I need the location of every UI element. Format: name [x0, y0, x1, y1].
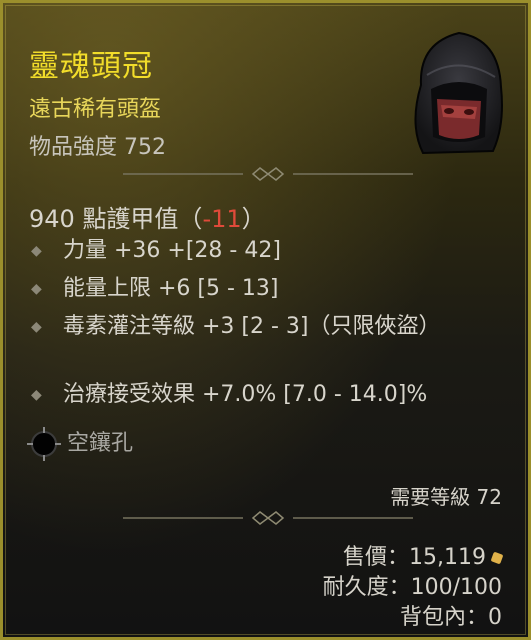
item-rarity: 遠古稀有頭盔	[29, 97, 162, 122]
item-name: 靈魂頭冠	[29, 49, 153, 84]
affix-bullet-icon: ◆	[31, 243, 42, 259]
affix-bullet-icon: ◆	[31, 387, 42, 403]
affix-text: 治療接受效果 +7.0% [7.0 - 14.0]%	[63, 382, 428, 407]
affix-text: 力量 +36 +[28 - 42]	[63, 238, 281, 263]
sell-price: 售價：15,119	[343, 539, 504, 571]
affix-row: ◆ 力量 +36 +[28 - 42]	[31, 235, 503, 267]
durability: 耐久度：100/100	[322, 575, 502, 600]
armor-delta: -11	[202, 205, 242, 233]
affix-row: ◆ 能量上限 +6 [5 - 13]	[31, 273, 503, 305]
inventory-count: 背包內：0	[400, 605, 502, 630]
armor-suffix: ）	[241, 205, 266, 233]
affix-bullet-icon: ◆	[31, 319, 42, 335]
socket-icon	[27, 427, 61, 461]
affix-text: 能量上限 +6 [5 - 13]	[63, 276, 279, 301]
affix-row: ◆ 毒素灌注等級 +3 [2 - 3]（只限俠盜）	[31, 311, 503, 343]
affix-row: ◆ 治療接受效果 +7.0% [7.0 - 14.0]%	[31, 379, 503, 411]
divider-ornament-icon	[123, 167, 413, 181]
sell-price-text: 售價：15,119	[343, 545, 486, 570]
socket-label: 空鑲孔	[67, 431, 134, 456]
armor-prefix: 940 點護甲值（	[29, 205, 203, 233]
item-tooltip: 靈魂頭冠 遠古稀有頭盔 物品強度 752 940 點護甲值（-11） ◆ 力量 +…	[0, 0, 531, 640]
armor-value: 940 點護甲值（-11）	[29, 199, 266, 234]
affix-bullet-icon: ◆	[31, 281, 42, 297]
divider-ornament-icon	[123, 511, 413, 525]
affix-text: 毒素灌注等級 +3 [2 - 3]（只限俠盜）	[63, 314, 441, 339]
gold-coin-icon	[490, 551, 504, 565]
helm-portrait-icon	[414, 31, 503, 155]
level-requirement: 需要等級 72	[390, 485, 502, 509]
item-power: 物品強度 752	[29, 135, 166, 160]
